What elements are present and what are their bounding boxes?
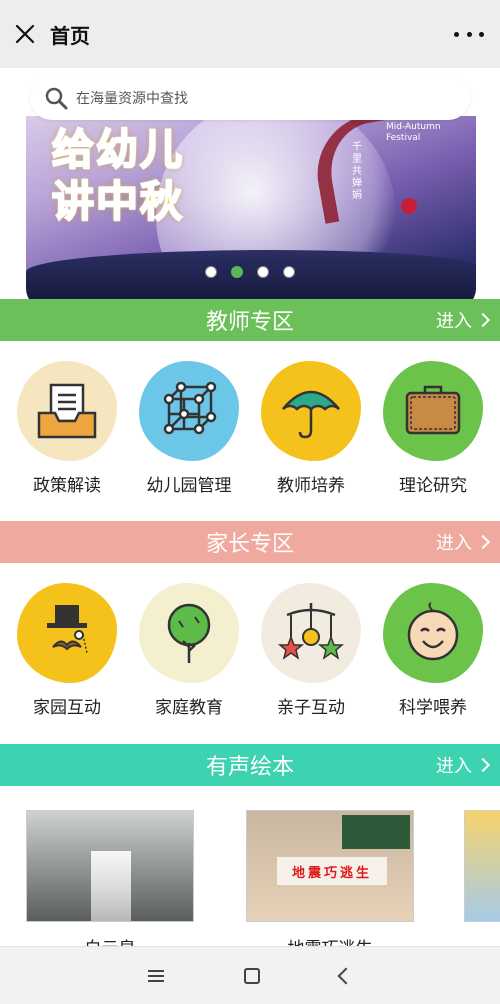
tree-icon bbox=[139, 583, 239, 683]
book-cover-earthquake[interactable]: 地震巧逃生 bbox=[246, 810, 414, 922]
top-bar: 首页 bbox=[0, 0, 500, 68]
carousel-dots bbox=[0, 266, 500, 278]
grid-item-kindergarten-management[interactable]: 幼儿园管理 bbox=[129, 341, 249, 521]
home-page: 首页 在海量资源中查找 千里共婵娟 Mid-Autumn Festival 给幼… bbox=[0, 0, 500, 1004]
teacher-section-title: 教师专区 bbox=[205, 310, 294, 335]
more-dot-icon bbox=[479, 31, 484, 37]
banner-poem: 千里共婵娟 bbox=[352, 142, 362, 201]
more-dot-icon bbox=[466, 31, 472, 37]
banner-english: Mid-Autumn Festival bbox=[386, 122, 441, 143]
search-input[interactable]: 在海量资源中查找 bbox=[30, 76, 470, 120]
grid-item-home-school[interactable]: 家园互动 bbox=[7, 563, 127, 743]
gentleman-hat-icon bbox=[17, 583, 117, 683]
grid-item-label: 教师培养 bbox=[277, 476, 345, 496]
search-icon bbox=[45, 87, 68, 110]
grid-item-label: 政策解读 bbox=[33, 476, 101, 496]
more-dot-icon bbox=[454, 31, 459, 37]
banner-carousel[interactable]: 千里共婵娟 Mid-Autumn Festival 给幼儿 讲中秋 bbox=[26, 116, 476, 310]
grid-item-teacher-training[interactable]: 教师培养 bbox=[251, 341, 371, 521]
grid-item-family-education[interactable]: 家庭教育 bbox=[129, 563, 249, 743]
back-arrow-icon[interactable] bbox=[337, 967, 355, 984]
book-cover-sign: 地震巧逃生 bbox=[277, 857, 387, 885]
grid-item-policy[interactable]: 政策解读 bbox=[7, 341, 127, 521]
grid-item-theory-research[interactable]: 理论研究 bbox=[373, 341, 493, 521]
grid-item-label: 科学喂养 bbox=[399, 698, 467, 718]
grid-item-label: 亲子互动 bbox=[277, 698, 345, 718]
baby-face-icon bbox=[383, 583, 483, 683]
teacher-section-bar: 教师专区 进入 bbox=[0, 299, 500, 341]
banner-headline-line1: 给幼儿 bbox=[51, 124, 185, 175]
page-title: 首页 bbox=[50, 23, 90, 48]
grid-item-scientific-feeding[interactable]: 科学喂养 bbox=[373, 563, 493, 743]
books-carousel: 地震巧逃生 白云泉 地震巧逃生 bbox=[0, 786, 500, 946]
blackboard-graphic bbox=[342, 815, 410, 849]
chevron-right-icon bbox=[475, 312, 491, 328]
books-enter-label: 进入 bbox=[436, 756, 472, 777]
book-cover-partial[interactable] bbox=[464, 810, 500, 922]
carousel-dot[interactable] bbox=[205, 266, 217, 278]
home-square-icon[interactable] bbox=[244, 967, 260, 984]
chevron-right-icon bbox=[475, 757, 491, 773]
chevron-right-icon bbox=[475, 534, 491, 550]
grid-item-label: 家园互动 bbox=[33, 698, 101, 718]
banner-headline-line2: 讲中秋 bbox=[51, 176, 185, 227]
baby-mobile-icon bbox=[261, 583, 361, 683]
parent-section-bar: 家长专区 进入 bbox=[0, 521, 500, 563]
parent-grid: 家园互动 家庭教育 亲子互动 科学喂养 bbox=[0, 563, 500, 743]
books-section-title: 有声绘本 bbox=[205, 755, 294, 780]
document-tray-icon bbox=[17, 361, 117, 461]
teacher-enter-label: 进入 bbox=[436, 311, 472, 332]
carousel-dot-active[interactable] bbox=[231, 266, 243, 278]
teacher-grid: 政策解读 幼儿园管理 教师培养 理论研究 bbox=[0, 341, 500, 521]
book-title[interactable]: 白云泉 bbox=[26, 934, 194, 946]
book-cover-baiyunquan[interactable] bbox=[26, 810, 194, 922]
banner-section: 在海量资源中查找 千里共婵娟 Mid-Autumn Festival 给幼儿 讲… bbox=[0, 68, 500, 310]
umbrella-icon bbox=[261, 361, 361, 461]
carousel-dot[interactable] bbox=[257, 266, 269, 278]
waterfall-graphic bbox=[91, 851, 131, 921]
search-placeholder: 在海量资源中查找 bbox=[76, 91, 188, 107]
grid-item-label: 家庭教育 bbox=[155, 698, 223, 718]
grid-item-label: 幼儿园管理 bbox=[146, 476, 232, 496]
book-title[interactable]: 地震巧逃生 bbox=[246, 934, 414, 946]
briefcase-icon bbox=[383, 361, 483, 461]
books-section-bar: 有声绘本 进入 bbox=[0, 744, 500, 786]
more-button[interactable] bbox=[454, 22, 484, 46]
parent-enter-button[interactable]: 进入 bbox=[436, 521, 491, 563]
network-cube-icon bbox=[139, 361, 239, 461]
grid-item-label: 理论研究 bbox=[399, 476, 467, 496]
banner-headline: 给幼儿 讲中秋 bbox=[51, 124, 185, 228]
parent-section-title: 家长专区 bbox=[205, 532, 294, 557]
seal-graphic bbox=[401, 198, 417, 214]
close-icon bbox=[15, 24, 35, 44]
parent-enter-label: 进入 bbox=[436, 533, 472, 554]
close-button[interactable] bbox=[0, 0, 50, 68]
grid-item-parent-child[interactable]: 亲子互动 bbox=[251, 563, 371, 743]
system-nav-bar bbox=[0, 946, 500, 1004]
books-enter-button[interactable]: 进入 bbox=[436, 744, 491, 786]
carousel-dot[interactable] bbox=[283, 266, 295, 278]
menu-icon[interactable] bbox=[148, 969, 164, 982]
teacher-enter-button[interactable]: 进入 bbox=[436, 299, 491, 341]
